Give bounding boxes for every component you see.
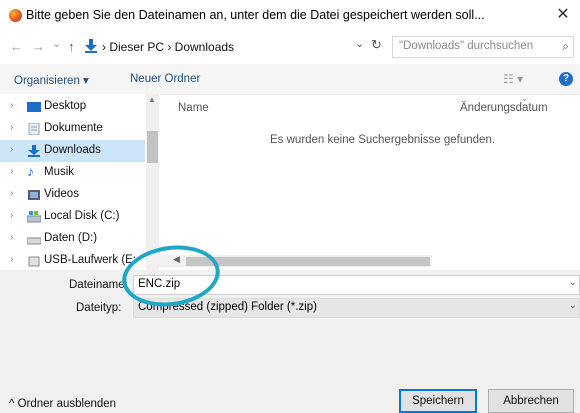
sidebar-item-label: Local Disk (C:) bbox=[44, 210, 120, 222]
expand-chevron-icon[interactable]: › bbox=[10, 144, 13, 155]
sidebar-item-label: Downloads bbox=[44, 144, 101, 156]
expand-chevron-icon[interactable]: › bbox=[10, 122, 13, 133]
window-title: Bitte geben Sie den Dateinamen an, unter… bbox=[26, 8, 485, 22]
firefox-icon bbox=[9, 9, 22, 22]
save-button[interactable]: Speichern bbox=[399, 389, 477, 413]
view-options-icon[interactable]: ☷ ▾ bbox=[503, 72, 523, 86]
address-dropdown-icon[interactable]: ⌄ bbox=[355, 37, 364, 50]
sidebar-item-music[interactable]: › ♪ Musik bbox=[0, 162, 145, 184]
sidebar-item-label: Daten (D:) bbox=[44, 232, 98, 244]
sidebar-scroll-thumb[interactable] bbox=[147, 131, 158, 163]
back-icon[interactable]: ← bbox=[10, 39, 23, 54]
desktop-icon bbox=[27, 102, 41, 112]
expand-chevron-icon[interactable]: › bbox=[10, 232, 13, 243]
expand-chevron-icon[interactable]: › bbox=[10, 100, 13, 111]
sidebar-item-label: Videos bbox=[44, 188, 79, 200]
organize-menu[interactable]: Organisieren ▾ bbox=[14, 73, 89, 87]
sidebar-item-label: Dokumente bbox=[44, 122, 103, 134]
hide-folders-toggle[interactable]: ^ Ordner ausblenden bbox=[9, 398, 116, 410]
sidebar-item-label: Musik bbox=[44, 166, 75, 178]
column-header-date[interactable]: Änderungsdatum bbox=[460, 102, 548, 114]
column-header-name[interactable]: Name bbox=[178, 102, 209, 114]
help-icon[interactable]: ? bbox=[559, 72, 573, 86]
up-folder-icon[interactable]: ↑ bbox=[68, 39, 75, 54]
videos-icon bbox=[28, 190, 40, 200]
forward-icon[interactable]: → bbox=[32, 39, 45, 54]
filename-label: Dateiname: bbox=[69, 279, 128, 291]
drive-icon bbox=[27, 211, 41, 223]
sidebar-item-label: USB-Laufwerk (E: bbox=[44, 254, 137, 266]
sidebar-item-data-d[interactable]: › Daten (D:) bbox=[0, 228, 145, 250]
downloads-icon bbox=[28, 145, 40, 157]
scroll-up-icon[interactable]: ▲ bbox=[148, 95, 156, 104]
sidebar-item-local-disk-c[interactable]: › Local Disk (C:) bbox=[0, 206, 145, 228]
file-list[interactable] bbox=[160, 94, 580, 270]
close-button[interactable]: ✕ bbox=[552, 4, 574, 26]
cancel-button[interactable]: Abbrechen bbox=[488, 389, 574, 413]
refresh-icon[interactable]: ↻ bbox=[371, 37, 382, 53]
expand-chevron-icon[interactable]: › bbox=[10, 166, 13, 177]
filetype-label: Dateityp: bbox=[76, 302, 122, 314]
music-icon: ♪ bbox=[27, 163, 34, 179]
expand-chevron-icon[interactable]: › bbox=[10, 188, 13, 199]
filetype-dropdown-icon[interactable]: ⌄ bbox=[569, 300, 577, 311]
documents-icon bbox=[28, 123, 40, 135]
sidebar-scrollbar[interactable] bbox=[146, 94, 159, 270]
sidebar-item-usb-e[interactable]: › USB-Laufwerk (E: bbox=[0, 250, 145, 272]
expand-chevron-icon[interactable]: › bbox=[10, 254, 13, 265]
horizontal-scroll-thumb[interactable] bbox=[186, 257, 430, 266]
new-folder-button[interactable]: Neuer Ordner bbox=[130, 73, 200, 85]
usb-drive-icon bbox=[28, 256, 40, 267]
sidebar-item-label: Desktop bbox=[44, 100, 87, 112]
sidebar-item-videos[interactable]: › Videos bbox=[0, 184, 145, 206]
filetype-select[interactable]: Compressed (zipped) Folder (*.zip) ⌄ bbox=[133, 298, 580, 318]
downloads-location-icon bbox=[85, 39, 97, 53]
sidebar-item-downloads[interactable]: › Downloads bbox=[0, 140, 145, 162]
search-input[interactable]: "Downloads" durchsuchen ⌕ bbox=[392, 36, 574, 58]
filename-dropdown-icon[interactable]: ⌄ bbox=[569, 277, 577, 288]
recent-locations-icon[interactable]: ⌄ bbox=[52, 37, 61, 50]
empty-results-message: Es wurden keine Suchergebnisse gefunden. bbox=[270, 134, 496, 146]
search-placeholder: "Downloads" durchsuchen bbox=[399, 40, 534, 52]
sidebar-item-documents[interactable]: › Dokumente bbox=[0, 118, 145, 140]
address-breadcrumb[interactable]: › Dieser PC › Downloads bbox=[102, 40, 234, 54]
drive-icon bbox=[27, 237, 41, 245]
expand-chevron-icon[interactable]: › bbox=[10, 210, 13, 221]
sidebar-item-desktop[interactable]: › Desktop bbox=[0, 96, 145, 118]
search-icon[interactable]: ⌕ bbox=[562, 39, 569, 54]
